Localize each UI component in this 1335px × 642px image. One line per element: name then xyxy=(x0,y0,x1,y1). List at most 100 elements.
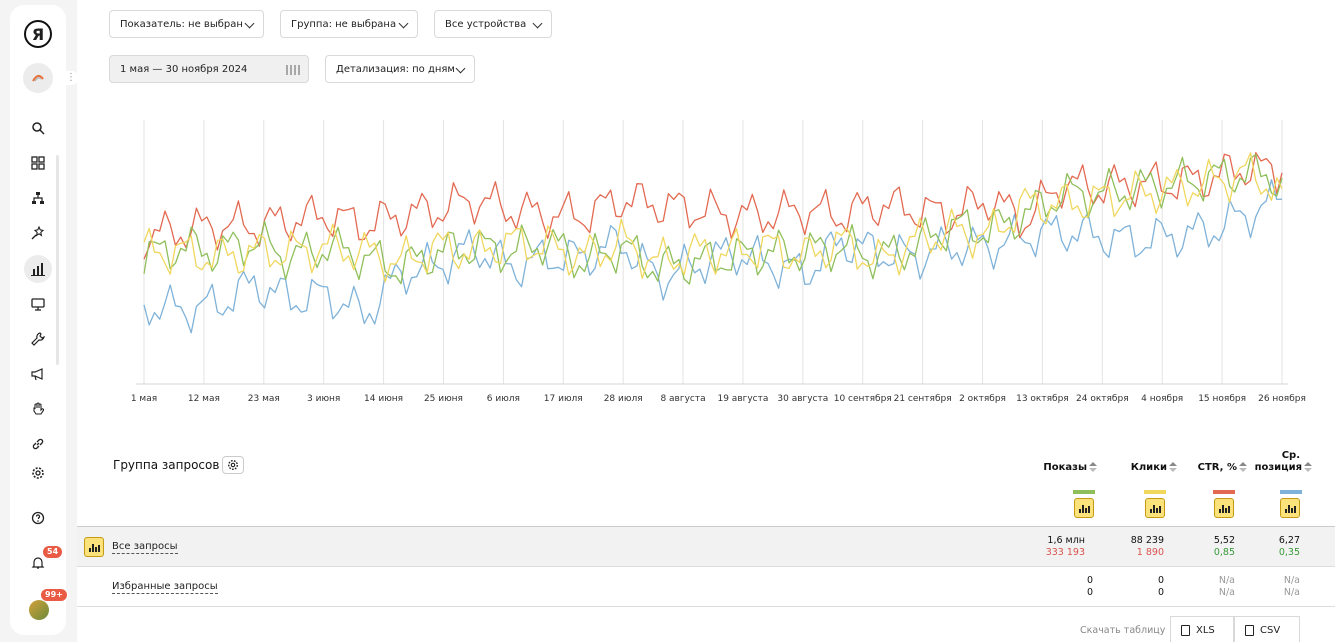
x-tick-label: 4 ноября xyxy=(1141,394,1183,404)
chart-toggle-button[interactable] xyxy=(84,537,104,557)
main-panel: Показатель: не выбран Группа: не выбрана… xyxy=(77,0,1335,642)
cell-delta: 333 193 xyxy=(1045,547,1085,558)
help-icon[interactable] xyxy=(24,504,52,532)
x-tick-label: 12 мая xyxy=(188,394,220,404)
series-color-ctr xyxy=(1213,490,1235,494)
download-csv-label: CSV xyxy=(1260,624,1281,636)
hand-icon[interactable] xyxy=(24,395,52,423)
search-icon[interactable] xyxy=(24,114,52,142)
column-header-ctr[interactable]: CTR, % xyxy=(1177,462,1247,473)
indicator-filter-label: Показатель: не выбран xyxy=(120,18,243,30)
cell-delta: 1 890 xyxy=(1136,547,1164,558)
devices-filter[interactable]: Все устройства xyxy=(434,10,552,38)
chevron-down-icon xyxy=(532,18,543,29)
cell-value: 0 xyxy=(1086,575,1093,586)
sort-icon xyxy=(1169,462,1177,472)
series-color-position xyxy=(1280,490,1302,494)
cell-value: 1,6 млн xyxy=(1047,535,1085,546)
cell-value: 88 239 xyxy=(1130,535,1164,546)
cell-delta: 0,35 xyxy=(1278,547,1300,558)
star-wand-icon[interactable] xyxy=(24,219,52,247)
bar-chart-icon[interactable] xyxy=(24,255,52,283)
chevron-down-icon xyxy=(398,18,409,29)
query-group-link[interactable]: Все запросы xyxy=(112,541,178,554)
series-color-impressions xyxy=(1073,490,1095,494)
x-tick-label: 26 ноября xyxy=(1258,394,1306,404)
column-header-position[interactable]: Ср. позиция xyxy=(1247,450,1312,474)
column-header-label: Ср. xyxy=(1281,450,1300,461)
gear-icon[interactable] xyxy=(24,459,52,487)
x-tick-label: 25 июня xyxy=(424,394,463,404)
table-row[interactable]: Избранные запросы 00 00 N/a N/a N/a N/a xyxy=(77,566,1335,606)
indicator-filter[interactable]: Показатель: не выбран xyxy=(109,10,264,38)
x-tick-label: 14 июня xyxy=(364,394,403,404)
table-title: Группа запросов xyxy=(113,458,220,472)
sidebar-scrollbar[interactable] xyxy=(56,155,59,365)
user-avatar[interactable] xyxy=(29,600,49,620)
chevron-down-icon xyxy=(455,63,466,74)
apps-icon[interactable] xyxy=(24,149,52,177)
table-row[interactable]: Все запросы 1,6 млн 333 193 88 239 1 890 5… xyxy=(77,526,1335,566)
x-tick-label: 13 октября xyxy=(1016,394,1069,404)
sort-icon xyxy=(1089,462,1097,472)
calendar-icon xyxy=(286,65,300,75)
column-header-label: Клики xyxy=(1130,462,1167,473)
link-icon[interactable] xyxy=(24,430,52,458)
date-range-picker[interactable]: 1 мая — 30 ноября 2024 xyxy=(109,55,309,83)
download-label: Скачать таблицу xyxy=(1080,625,1166,636)
cell-delta: N/a xyxy=(1283,587,1300,598)
group-filter[interactable]: Группа: не выбрана xyxy=(280,10,418,38)
chart-toggle-button[interactable] xyxy=(1214,498,1234,518)
x-tick-label: 6 июля xyxy=(487,394,520,404)
column-header-label: Показы xyxy=(1043,462,1087,473)
file-icon xyxy=(1245,624,1254,636)
download-xls-label: XLS xyxy=(1196,624,1215,636)
column-header-impressions[interactable]: Показы xyxy=(1037,462,1097,473)
x-tick-label: 21 сентября xyxy=(894,394,952,404)
detail-filter[interactable]: Детализация: по дням xyxy=(325,55,475,83)
cell-impressions: 00 xyxy=(1013,575,1093,599)
query-group-link[interactable]: Избранные запросы xyxy=(112,581,218,594)
sitemap-icon[interactable] xyxy=(24,184,52,212)
column-header-clicks[interactable]: Клики xyxy=(1117,462,1177,473)
x-tick-label: 28 июля xyxy=(604,394,643,404)
cell-value: 0 xyxy=(1157,575,1164,586)
cell-clicks: 00 xyxy=(1084,575,1164,599)
x-tick-label: 17 июля xyxy=(544,394,583,404)
sort-icon xyxy=(1239,462,1247,472)
chevron-down-icon xyxy=(244,18,255,29)
table-divider xyxy=(77,606,1335,607)
chart-toggle-button[interactable] xyxy=(1280,498,1300,518)
user-badge: 99+ xyxy=(40,588,68,602)
megaphone-icon[interactable] xyxy=(24,360,52,388)
x-tick-label: 23 мая xyxy=(248,394,280,404)
monitor-icon[interactable] xyxy=(24,290,52,318)
notifications-badge: 54 xyxy=(42,545,64,559)
download-xls-button[interactable]: XLS xyxy=(1170,616,1234,642)
x-tick-label: 15 ноября xyxy=(1198,394,1246,404)
x-tick-label: 2 октября xyxy=(959,394,1006,404)
table-settings-button[interactable] xyxy=(222,456,244,474)
file-icon xyxy=(1181,624,1190,636)
wrench-icon[interactable] xyxy=(24,325,52,353)
x-tick-label: 8 августа xyxy=(660,394,705,404)
series-color-clicks xyxy=(1144,490,1166,494)
chart-toggle-button[interactable] xyxy=(1145,498,1165,518)
cell-delta: 0 xyxy=(1157,587,1164,598)
gear-icon xyxy=(228,460,238,470)
yandex-logo[interactable]: Я xyxy=(24,20,52,48)
x-tick-label: 24 октября xyxy=(1076,394,1129,404)
devices-filter-label: Все устройства xyxy=(445,18,527,30)
cell-clicks: 88 239 1 890 xyxy=(1084,535,1164,559)
cell-position: 6,27 0,35 xyxy=(1220,535,1300,559)
x-tick-label: 1 мая xyxy=(131,394,157,404)
detail-filter-label: Детализация: по дням xyxy=(336,63,455,75)
download-csv-button[interactable]: CSV xyxy=(1234,616,1300,642)
site-avatar[interactable] xyxy=(23,63,53,93)
cell-delta: 0 xyxy=(1086,587,1093,598)
x-tick-label: 10 сентября xyxy=(834,394,892,404)
chart-toggle-button[interactable] xyxy=(1074,498,1094,518)
column-header-label: позиция xyxy=(1254,462,1302,473)
x-tick-label: 30 августа xyxy=(777,394,828,404)
traffic-line-chart[interactable]: 1 мая 12 мая 23 мая 3 июня 14 июня 25 июня 6 и… xyxy=(122,112,1335,412)
